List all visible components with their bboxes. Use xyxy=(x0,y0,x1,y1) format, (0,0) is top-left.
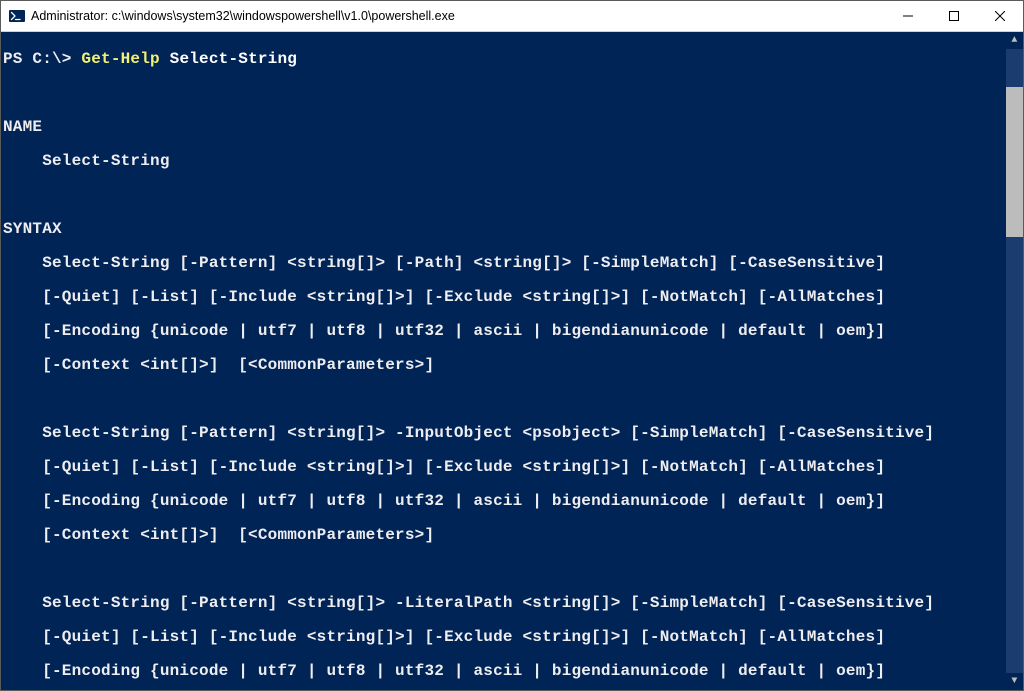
vertical-scrollbar[interactable]: ▲ ▼ xyxy=(1006,32,1023,690)
syntax-line: [-Encoding {unicode | utf7 | utf8 | utf3… xyxy=(3,663,1023,680)
blank-line xyxy=(3,85,1023,102)
blank-line xyxy=(3,187,1023,204)
syntax-line: Select-String [-Pattern] <string[]> -Inp… xyxy=(3,425,1023,442)
syntax-line: [-Quiet] [-List] [-Include <string[]>] [… xyxy=(3,629,1023,646)
window-controls xyxy=(885,1,1023,31)
console-line: PS C:\> Get-Help Select-String xyxy=(3,51,1023,68)
section-header-name: NAME xyxy=(3,119,1023,136)
powershell-window: Administrator: c:\windows\system32\windo… xyxy=(0,0,1024,691)
window-title: Administrator: c:\windows\system32\windo… xyxy=(31,9,885,23)
close-button[interactable] xyxy=(977,1,1023,31)
ps-prompt: PS C:\> xyxy=(3,50,81,68)
syntax-line: Select-String [-Pattern] <string[]> [-Pa… xyxy=(3,255,1023,272)
section-header-syntax: SYNTAX xyxy=(3,221,1023,238)
scrollbar-track[interactable] xyxy=(1006,49,1023,673)
syntax-line: [-Encoding {unicode | utf7 | utf8 | utf3… xyxy=(3,323,1023,340)
syntax-line: [-Quiet] [-List] [-Include <string[]>] [… xyxy=(3,459,1023,476)
blank-line xyxy=(3,391,1023,408)
syntax-line: Select-String [-Pattern] <string[]> -Lit… xyxy=(3,595,1023,612)
window-titlebar[interactable]: Administrator: c:\windows\system32\windo… xyxy=(1,1,1023,32)
syntax-line: [-Context <int[]>] [<CommonParameters>] xyxy=(3,527,1023,544)
cmdlet-gethelp: Get-Help xyxy=(81,50,159,68)
name-value: Select-String xyxy=(3,153,1023,170)
blank-line xyxy=(3,561,1023,578)
scroll-up-arrow-icon[interactable]: ▲ xyxy=(1006,32,1023,49)
syntax-line: [-Context <int[]>] [<CommonParameters>] xyxy=(3,357,1023,374)
scrollbar-thumb[interactable] xyxy=(1006,87,1023,237)
cmdlet-arg: Select-String xyxy=(170,50,297,68)
powershell-icon xyxy=(9,8,25,24)
maximize-button[interactable] xyxy=(931,1,977,31)
syntax-line: [-Encoding {unicode | utf7 | utf8 | utf3… xyxy=(3,493,1023,510)
minimize-button[interactable] xyxy=(885,1,931,31)
console-area[interactable]: PS C:\> Get-Help Select-String NAME Sele… xyxy=(1,32,1023,690)
scroll-down-arrow-icon[interactable]: ▼ xyxy=(1006,673,1023,690)
syntax-line: [-Quiet] [-List] [-Include <string[]>] [… xyxy=(3,289,1023,306)
